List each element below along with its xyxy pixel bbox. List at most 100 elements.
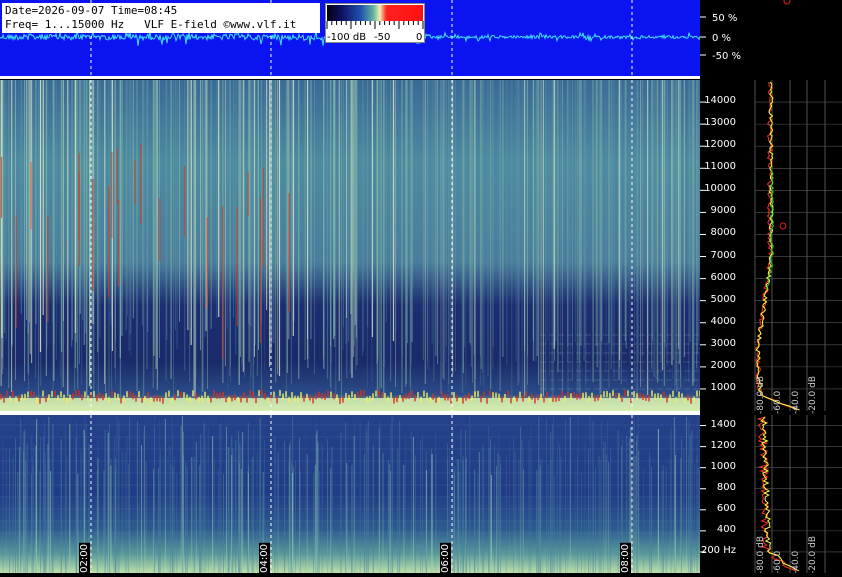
band-spike	[12, 390, 14, 397]
band-spike	[51, 390, 53, 397]
date-time-label: Date=2026-09-07 Time=08:45	[5, 4, 178, 17]
band-spike	[594, 395, 596, 402]
band-spike	[231, 395, 233, 402]
freq-tick-label: 1200	[710, 439, 736, 451]
band-spike	[687, 394, 689, 401]
band-spike	[75, 390, 77, 397]
band-spike	[279, 390, 281, 397]
band-spike	[618, 393, 620, 400]
band-spike	[258, 390, 260, 397]
band-spike	[57, 395, 59, 402]
band-spike	[135, 395, 137, 402]
band-spike	[303, 395, 305, 402]
freq-tick-label: 6000	[710, 271, 736, 283]
band-spike	[267, 397, 269, 404]
band-spike	[576, 393, 578, 400]
band-spike	[417, 392, 419, 399]
band-spike	[84, 391, 86, 398]
band-spike	[528, 396, 530, 403]
band-spike	[681, 393, 683, 400]
db-tick-label: -40.0	[791, 390, 801, 414]
band-spike	[378, 390, 380, 397]
band-spike	[105, 393, 107, 400]
band-spike	[354, 393, 356, 400]
band-spike	[654, 393, 656, 400]
band-spike	[33, 391, 35, 398]
band-spike	[42, 390, 44, 397]
band-spike	[522, 395, 524, 402]
band-spike	[168, 390, 170, 397]
band-spike	[222, 391, 224, 398]
band-spike	[423, 390, 425, 397]
band-spike	[501, 396, 503, 403]
band-spike	[348, 394, 350, 401]
band-spike	[156, 395, 158, 402]
band-spike	[585, 392, 587, 399]
band-spike	[102, 394, 104, 401]
band-spike	[180, 391, 182, 398]
band-spike	[123, 395, 125, 402]
time-tick-label: 08:00	[620, 543, 631, 574]
freq-tick-label: 12000	[704, 139, 736, 151]
band-spike	[369, 396, 371, 403]
freq-tick-label: 1400	[710, 418, 736, 430]
band-spike	[114, 392, 116, 399]
band-spike	[228, 396, 230, 403]
band-spike	[204, 391, 206, 398]
band-spike	[240, 396, 242, 403]
band-spike	[360, 390, 362, 397]
band-spike	[432, 393, 434, 400]
amp-label-minus50: -50 %	[712, 51, 741, 62]
band-spike	[249, 390, 251, 397]
band-spike	[492, 392, 494, 399]
band-spike	[243, 392, 245, 399]
band-spike	[39, 397, 41, 404]
band-spike	[129, 391, 131, 398]
band-spike	[24, 393, 26, 400]
band-spike	[333, 393, 335, 400]
band-spike	[72, 393, 74, 400]
amplitude-scale-svg: 50 % 0 % -50 %	[700, 0, 791, 62]
band-spike	[507, 390, 509, 397]
band-spike	[513, 396, 515, 403]
band-spike	[516, 395, 518, 402]
freq-tick-label: 11000	[704, 161, 736, 173]
band-spike	[588, 396, 590, 403]
band-spike	[171, 397, 173, 404]
band-spike	[291, 392, 293, 399]
band-spike	[45, 396, 47, 403]
band-spike	[399, 395, 401, 402]
band-spike	[468, 392, 470, 399]
band-spike	[288, 397, 290, 404]
band-spike	[93, 391, 95, 398]
band-spike	[621, 395, 623, 402]
band-spike	[480, 396, 482, 403]
band-spike	[537, 394, 539, 401]
db-tick-label: -20.0 dB	[808, 536, 818, 573]
band-spike	[405, 393, 407, 400]
band-spike	[678, 391, 680, 398]
band-spike	[345, 392, 347, 399]
band-spike	[108, 397, 110, 404]
band-spike	[543, 396, 545, 403]
band-spike	[531, 393, 533, 400]
band-spike	[420, 396, 422, 403]
spectrum-trace	[754, 81, 796, 411]
amplitude-scale: 50 % 0 % -50 %	[700, 0, 842, 76]
band-spike	[636, 393, 638, 400]
band-spike	[318, 391, 320, 398]
db-tick-label: -60.0	[773, 390, 783, 414]
band-spike	[96, 395, 98, 402]
band-spike	[375, 390, 377, 397]
band-spike	[15, 396, 17, 403]
band-spike	[66, 397, 68, 404]
amp-label-0: 0 %	[712, 33, 731, 44]
band-spike	[264, 393, 266, 400]
freq-tick-label: 200 Hz	[700, 544, 736, 556]
band-spike	[372, 393, 374, 400]
marker-circle	[779, 222, 787, 230]
db-tick-label: -40.0	[791, 550, 801, 573]
band-spike	[327, 390, 329, 397]
band-spike	[336, 394, 338, 401]
band-spike	[495, 392, 497, 399]
